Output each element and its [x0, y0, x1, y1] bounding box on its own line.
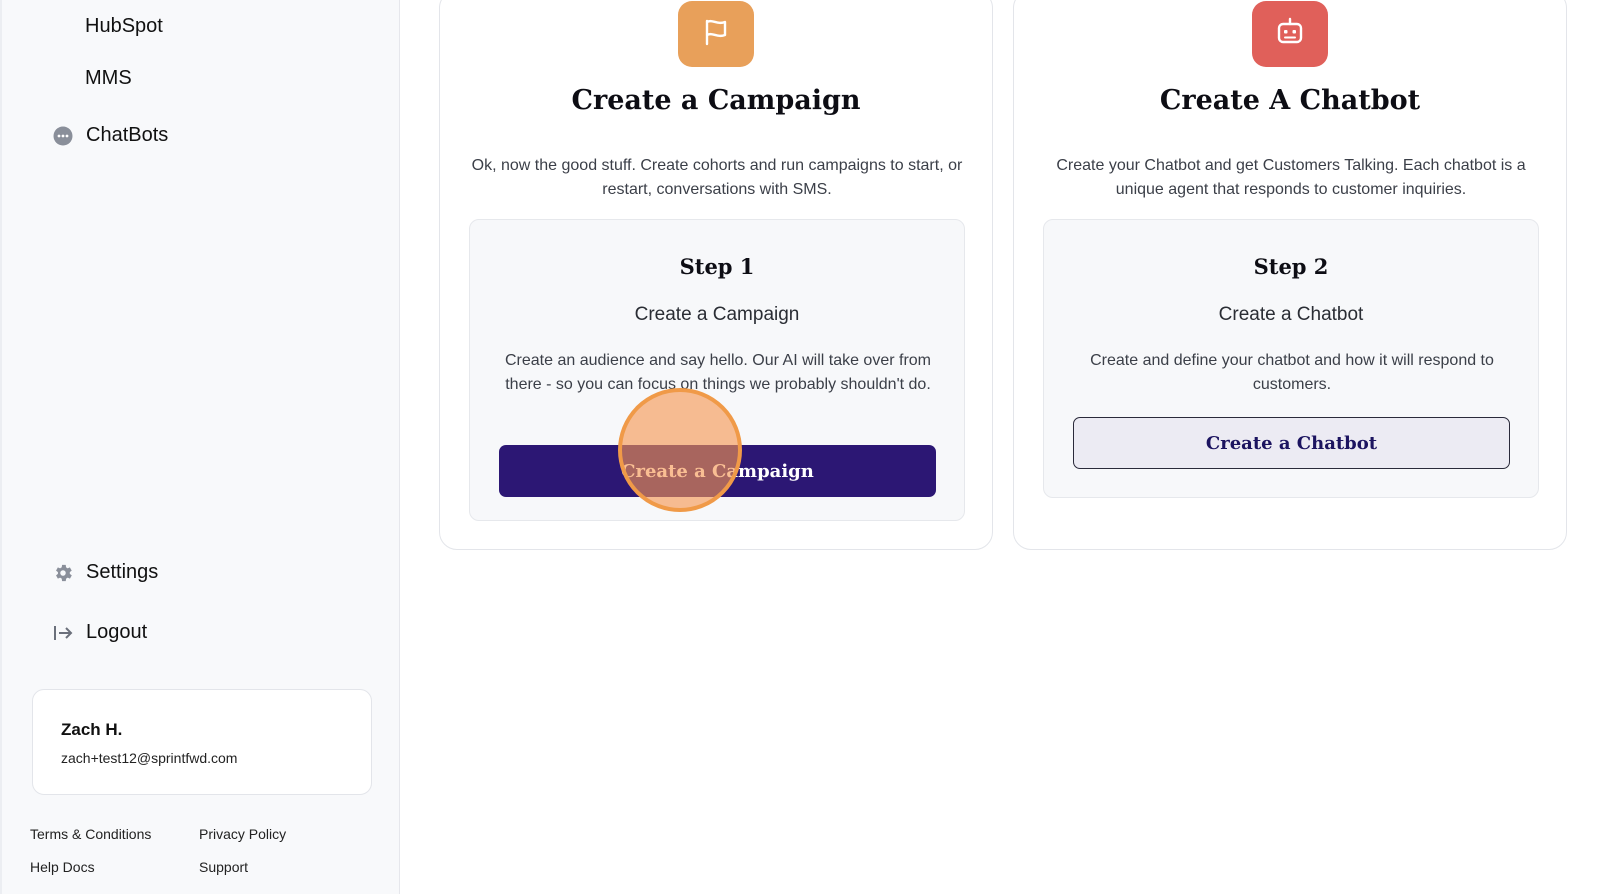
- step-subtitle: Create a Campaign: [634, 304, 800, 325]
- sidebar-item-label: HubSpot: [85, 15, 163, 37]
- support-link[interactable]: Support: [199, 859, 248, 875]
- chatbot-card-description: Create your Chatbot and get Customers Ta…: [1056, 157, 1526, 198]
- create-chatbot-button[interactable]: Create a Chatbot: [1073, 417, 1510, 469]
- sidebar-item-chatbots[interactable]: ChatBots: [52, 124, 168, 147]
- sidebar-item-settings[interactable]: Settings: [52, 561, 158, 584]
- user-profile-card[interactable]: Zach H. zach+test12@sprintfwd.com: [32, 689, 372, 795]
- chatbot-card: Create A Chatbot Create your Chatbot and…: [1013, 0, 1567, 550]
- sidebar-item-label: MMS: [85, 67, 132, 89]
- step-1-box: Step 1 Create a Campaign Create an audie…: [469, 219, 965, 521]
- chatbot-badge: [1252, 1, 1328, 67]
- user-email: zach+test12@sprintfwd.com: [61, 750, 238, 766]
- sidebar-item-label: ChatBots: [86, 124, 169, 146]
- create-campaign-button[interactable]: Create a Campaign: [499, 445, 936, 497]
- step-title: Step 2: [1253, 254, 1329, 279]
- flag-icon: [700, 16, 732, 53]
- campaign-card-description: Ok, now the good stuff. Create cohorts a…: [471, 157, 963, 198]
- chat-bubble-icon: [52, 125, 74, 147]
- campaign-card-title: Create a Campaign: [571, 85, 861, 116]
- gear-icon: [52, 562, 74, 584]
- logout-icon: [52, 622, 74, 644]
- user-name: Zach H.: [61, 720, 123, 739]
- campaign-card: Create a Campaign Ok, now the good stuff…: [439, 0, 993, 550]
- campaign-badge: [678, 1, 754, 67]
- privacy-policy-link[interactable]: Privacy Policy: [199, 826, 286, 842]
- sidebar-item-logout[interactable]: Logout: [52, 621, 147, 644]
- step-subtitle: Create a Chatbot: [1218, 304, 1364, 325]
- step-description: Create an audience and say hello. Our AI…: [505, 352, 931, 393]
- help-docs-link[interactable]: Help Docs: [30, 859, 95, 875]
- step-2-box: Step 2 Create a Chatbot Create and defin…: [1043, 219, 1539, 498]
- sidebar-item-mms[interactable]: MMS: [85, 67, 132, 90]
- sidebar-item-label: Settings: [86, 561, 159, 583]
- robot-icon: [1273, 15, 1307, 54]
- chatbot-card-title: Create A Chatbot: [1159, 85, 1421, 116]
- step-description: Create and define your chatbot and how i…: [1090, 352, 1494, 393]
- sidebar-item-label: Logout: [86, 621, 148, 643]
- terms-link[interactable]: Terms & Conditions: [30, 826, 151, 842]
- sidebar: HubSpot MMS ChatBots Settings Logout Zac…: [0, 0, 400, 894]
- step-title: Step 1: [679, 254, 755, 279]
- sidebar-item-hubspot[interactable]: HubSpot: [85, 15, 163, 38]
